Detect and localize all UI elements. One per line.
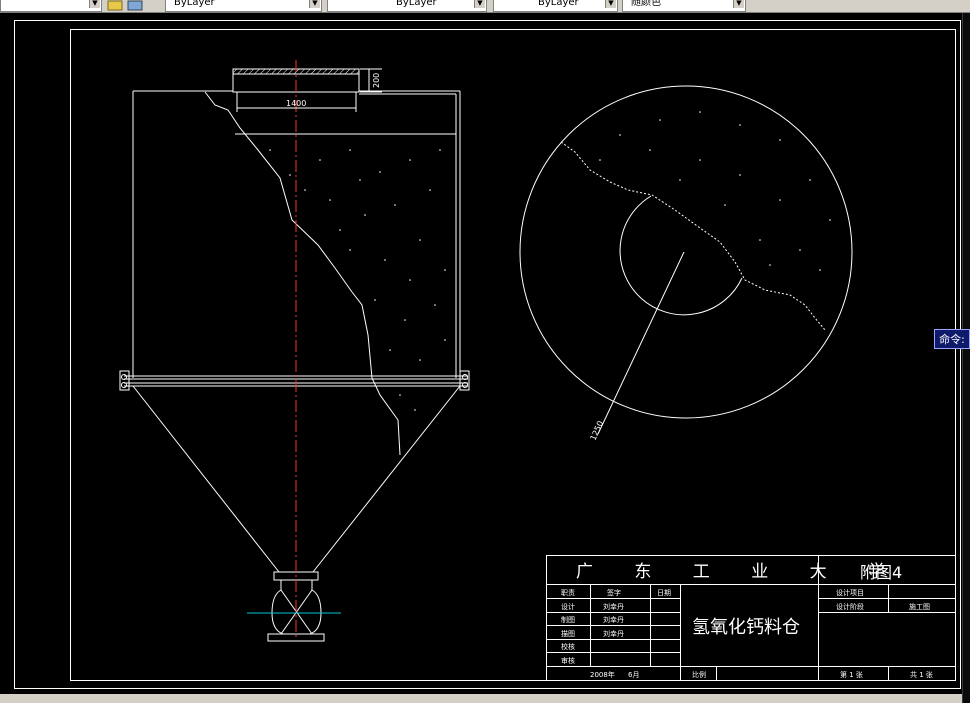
school-name: 广 东 工 业 大 学 xyxy=(576,562,903,582)
radius-leader xyxy=(597,251,685,435)
drawing-title: 氢氧化钙料仓 xyxy=(692,617,800,638)
cad-drawing: 1400 200 1250 广 东 工 业 大 学 附图4 氢氧化钙料仓 职责 … xyxy=(14,20,961,689)
row-name-0: 签字 xyxy=(607,588,621,597)
top-view-outer-circle xyxy=(519,85,853,419)
row-label-0: 职责 xyxy=(561,588,575,597)
figure-number: 附图4 xyxy=(860,563,902,582)
row-label-1: 设计 xyxy=(561,602,575,611)
row-name-2: 刘幸丹 xyxy=(603,615,624,624)
row-date-0: 日期 xyxy=(657,589,671,597)
sheet-number: 第 1 张 xyxy=(840,670,863,679)
material-boundary xyxy=(560,141,826,331)
stage-value: 施工图 xyxy=(909,602,930,611)
silo-top-view xyxy=(519,85,853,435)
row-label-4: 校核 xyxy=(561,642,575,651)
row-label-2: 制图 xyxy=(561,615,575,624)
command-line-label[interactable]: 命令: xyxy=(934,329,970,349)
date-month: 6月 xyxy=(628,671,639,679)
stage-label: 设计阶段 xyxy=(836,602,864,611)
vertical-scrollbar[interactable] xyxy=(962,13,970,703)
inner-frame xyxy=(70,29,956,681)
date-year: 2008年 xyxy=(590,670,615,679)
sheet-total: 共 1 张 xyxy=(910,670,933,679)
project-label: 设计项目 xyxy=(836,588,864,597)
dim-text-1250: 1250 xyxy=(589,420,606,442)
dim-text-200: 200 xyxy=(372,73,381,88)
silo-front-view xyxy=(119,68,470,642)
dim-text-1400: 1400 xyxy=(286,99,306,108)
row-name-1: 刘幸丹 xyxy=(603,602,624,611)
scale-label: 比例 xyxy=(692,670,706,679)
top-view-inner-arc xyxy=(619,195,743,316)
row-name-3: 刘幸丹 xyxy=(603,629,624,638)
row-label-3: 描图 xyxy=(561,629,575,638)
status-strip xyxy=(0,694,962,703)
row-label-5: 审核 xyxy=(561,656,575,665)
